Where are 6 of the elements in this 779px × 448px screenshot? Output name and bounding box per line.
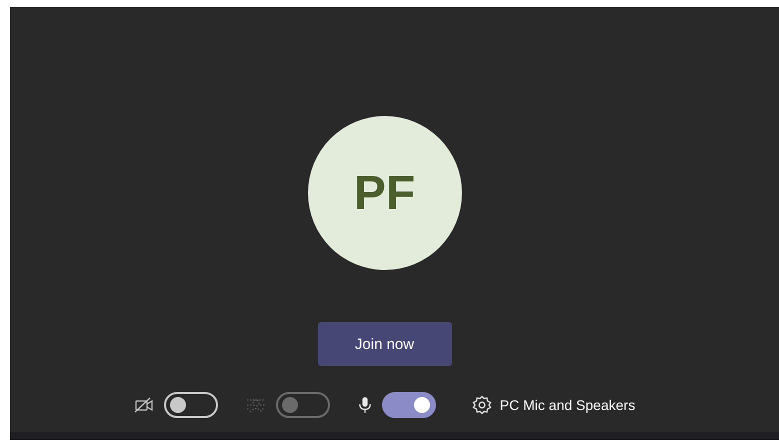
toggle-switch[interactable] — [164, 392, 218, 418]
toggle-switch[interactable] — [382, 392, 436, 418]
join-button[interactable]: Join now — [318, 322, 452, 366]
device-settings-button[interactable]: PC Mic and Speakers — [472, 395, 636, 415]
avatar-initials: PF — [354, 166, 416, 220]
settings-icon — [472, 395, 492, 415]
